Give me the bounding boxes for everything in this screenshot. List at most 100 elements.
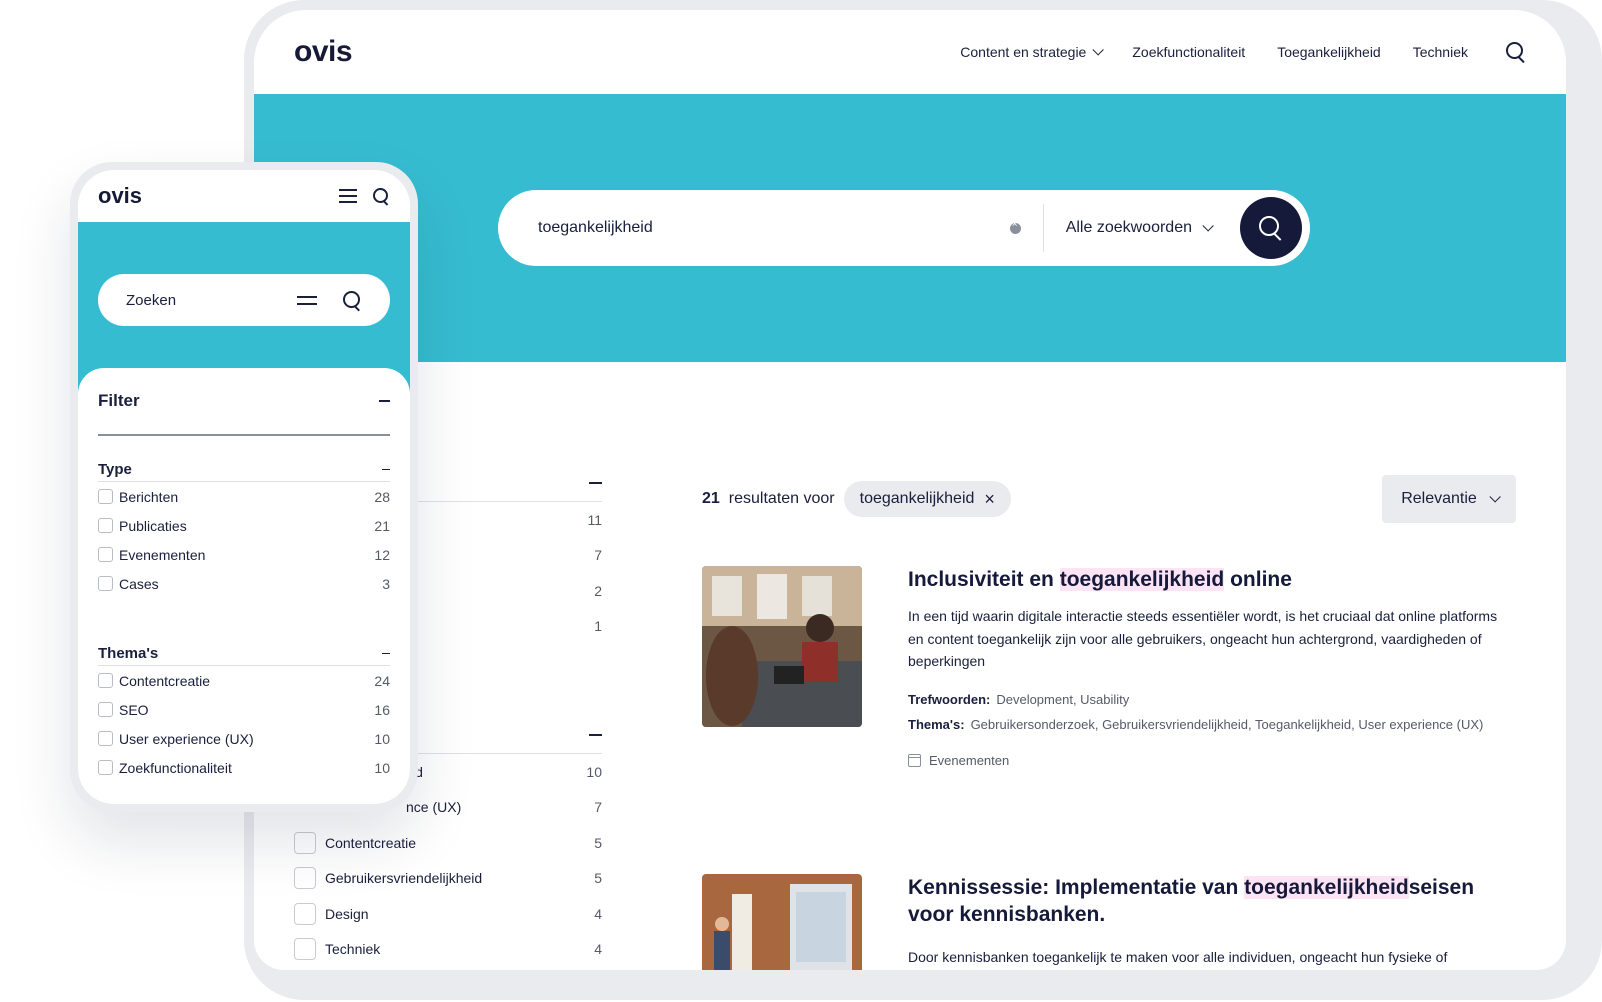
filter-group-themas: Thema's Contentcreatie 24 SEO 16 User expe…	[98, 642, 390, 782]
mobile-header: ovis	[78, 170, 410, 222]
mobile-device-frame: ovis Zoeken Filter Type Berichten 28 Pub…	[70, 162, 418, 812]
checkbox[interactable]	[98, 489, 113, 504]
filter-label: Techniek	[325, 941, 381, 958]
menu-icon[interactable]	[339, 189, 357, 203]
filter-row[interactable]: Gebruikersvriendelijkheid 5	[294, 861, 602, 897]
main-nav: Content en strategie Zoekfunctionaliteit…	[960, 42, 1526, 62]
mobile-filter-panel: Filter Type Berichten 28 Publicaties 21 Ev…	[78, 368, 410, 804]
site-logo[interactable]: ovis	[98, 183, 142, 209]
filter-label: Design	[325, 905, 369, 922]
checkbox[interactable]	[98, 518, 113, 533]
filter-option[interactable]: Evenementen 12	[98, 540, 390, 569]
nav-item-techniek[interactable]: Techniek	[1413, 44, 1468, 60]
presentation-photo-image	[702, 874, 862, 970]
title-text: online	[1224, 568, 1292, 591]
collapse-icon[interactable]	[382, 468, 390, 471]
close-icon[interactable]: ×	[984, 490, 995, 508]
nav-item-content-strategie[interactable]: Content en strategie	[960, 44, 1105, 60]
checkbox[interactable]	[294, 831, 316, 854]
filter-group-type: Type Berichten 28 Publicaties 21 Evenement…	[98, 458, 390, 598]
result-card: Kennissessie: Implementatie van toeganke…	[702, 874, 1516, 970]
site-logo[interactable]: ovis	[294, 35, 353, 69]
filter-option[interactable]: Zoekfunctionaliteit 10	[98, 753, 390, 782]
keywords-value: Development, Usability	[996, 691, 1130, 707]
sort-label: Relevantie	[1401, 490, 1477, 507]
checkbox[interactable]	[98, 702, 113, 717]
title-text: Inclusiviteit en	[908, 568, 1060, 591]
mobile-screen: ovis Zoeken Filter Type Berichten 28 Pub…	[78, 170, 410, 804]
result-thumbnail[interactable]	[702, 566, 862, 727]
checkbox[interactable]	[294, 938, 316, 961]
sort-select[interactable]: Relevantie	[1382, 475, 1516, 523]
search-mode-label: Alle zoekwoorden	[1065, 219, 1192, 236]
search-icon[interactable]	[373, 187, 390, 205]
themes-value: Gebruikersonderzoek, Gebruikersvriendeli…	[970, 716, 1484, 732]
calendar-icon	[908, 753, 921, 767]
checkbox[interactable]	[294, 902, 316, 925]
filter-option[interactable]: Publicaties 21	[98, 511, 390, 540]
search-icon[interactable]	[343, 290, 362, 310]
result-thumbnail[interactable]	[702, 874, 862, 970]
result-description: In een tijd waarin digitale interactie s…	[908, 608, 1498, 669]
filter-row[interactable]: Contentcreatie 5	[294, 825, 602, 861]
title-highlight: toegankelijkheid	[1244, 876, 1409, 899]
filter-title: Filter	[98, 391, 140, 410]
filter-count: 7	[594, 547, 602, 564]
filter-count: 12	[374, 546, 390, 563]
hero-search-bar: toegankelijkheid Alle zoekwoorden	[498, 190, 1310, 266]
result-title[interactable]: Kennissessie: Implementatie van toeganke…	[908, 874, 1516, 928]
filter-label: Publicaties	[119, 517, 187, 534]
collapse-icon[interactable]	[379, 400, 390, 402]
filter-count: 11	[587, 511, 602, 528]
filter-group-title: Type	[98, 461, 132, 478]
checkbox[interactable]	[98, 576, 113, 591]
collapse-icon	[589, 482, 602, 484]
filter-panel-header[interactable]: Filter	[98, 368, 390, 436]
mobile-search-bar: Zoeken	[98, 274, 390, 326]
collapse-icon[interactable]	[382, 652, 390, 655]
mobile-search-input[interactable]: Zoeken	[126, 292, 297, 309]
filter-count: 2	[594, 582, 602, 599]
collapse-icon	[589, 734, 602, 736]
filter-count: 5	[594, 834, 602, 851]
showcase-stage: ovis Content en strategie Zoekfunctional…	[0, 0, 1602, 1002]
search-icon	[1259, 216, 1283, 240]
filter-label: Zoekfunctionaliteit	[119, 759, 232, 776]
filter-sliders-icon[interactable]	[297, 293, 317, 307]
nav-item-toegankelijkheid[interactable]: Toegankelijkheid	[1277, 44, 1381, 60]
filter-row[interactable]: Design 4	[294, 896, 602, 932]
title-text: Kennissessie: Implementatie van	[908, 876, 1245, 899]
checkbox[interactable]	[98, 673, 113, 688]
checkbox[interactable]	[98, 547, 113, 562]
result-body: Kennissessie: Implementatie van toeganke…	[908, 874, 1516, 969]
filter-count: 24	[374, 672, 390, 689]
search-mode-select[interactable]: Alle zoekwoorden	[1044, 219, 1240, 237]
filter-option[interactable]: User experience (UX) 10	[98, 724, 390, 753]
filter-label: Berichten	[119, 488, 179, 505]
filter-count: 10	[374, 730, 390, 747]
filter-label: Cases	[119, 575, 159, 592]
search-icon[interactable]	[1506, 42, 1526, 62]
search-input[interactable]: toegankelijkheid	[498, 219, 1010, 237]
filter-group-header[interactable]: Type	[98, 458, 390, 482]
filter-count: 7	[594, 799, 602, 816]
office-photo-image	[702, 566, 862, 727]
search-submit-button[interactable]	[1240, 197, 1302, 259]
filter-option[interactable]: SEO 16	[98, 695, 390, 724]
desktop-device-frame: ovis Content en strategie Zoekfunctional…	[244, 0, 1602, 1000]
filter-row[interactable]: Techniek 4	[294, 932, 602, 968]
clear-icon[interactable]	[1009, 219, 1021, 234]
query-chip[interactable]: toegankelijkheid ×	[843, 481, 1011, 517]
checkbox[interactable]	[98, 760, 113, 775]
filter-option[interactable]: Cases 3	[98, 569, 390, 598]
filter-option[interactable]: Contentcreatie 24	[98, 666, 390, 695]
result-card: Inclusiviteit en toegankelijkheid online…	[702, 566, 1516, 796]
filter-option[interactable]: Berichten 28	[98, 482, 390, 511]
filter-group-header[interactable]: Thema's	[98, 642, 390, 666]
checkbox[interactable]	[294, 867, 316, 890]
nav-item-zoekfunctionaliteit[interactable]: Zoekfunctionaliteit	[1132, 44, 1245, 60]
filter-count: 10	[374, 759, 390, 776]
checkbox[interactable]	[98, 731, 113, 746]
filter-label: nce (UX)	[406, 799, 462, 816]
result-title[interactable]: Inclusiviteit en toegankelijkheid online	[908, 566, 1516, 593]
